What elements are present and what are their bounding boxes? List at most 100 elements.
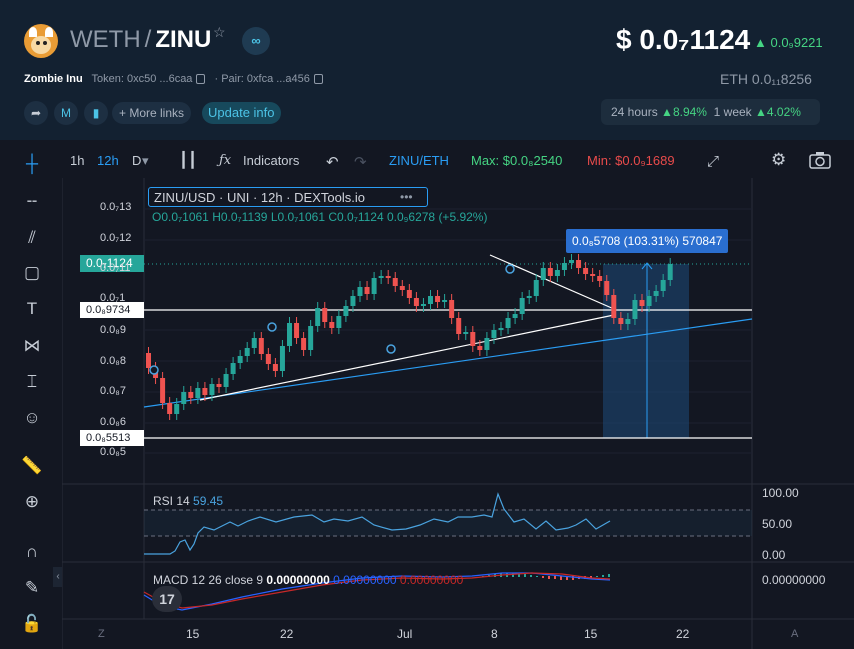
magnet-icon[interactable]: ∩ [20, 540, 44, 564]
pair-link[interactable]: ZINU/ETH [389, 153, 449, 168]
chart-stats-icon[interactable]: ▮ [84, 101, 108, 125]
macd-histogram-bar [542, 576, 544, 578]
redo-icon[interactable]: ↷ [354, 153, 367, 171]
token-header: WETH / ZINU ☆ ∞ $ 0.0₇1124 ▲ 0.0₉9221 Zomb… [0, 0, 854, 140]
candle-body [449, 300, 455, 318]
drawing-tools: ┼ ╌ ⫽ ▢ T ⋈ ⌶ ☺ 📏 ⊕ ∩ ✎ 🔓 ‹ [0, 146, 63, 649]
candle-body [181, 392, 187, 404]
max-price: Max: $0.0₈2540 [471, 153, 563, 168]
time-axis-tick: 22 [676, 627, 690, 641]
candle-body [569, 260, 574, 263]
timeframe-12h[interactable]: 12h [97, 153, 119, 168]
update-info-button[interactable]: Update info [202, 102, 281, 124]
current-price: $ 0.0₇1124 [616, 24, 751, 55]
projection-icon[interactable]: ⌶ [20, 370, 44, 394]
pair-address: · Pair: 0xfca ...a456 [214, 73, 310, 85]
lock-drawing-icon[interactable]: ✎ [20, 576, 44, 600]
function-icon[interactable]: ƒx [219, 153, 231, 168]
token-address: Token: 0xc50 ...6caa [91, 73, 193, 85]
period-performance: 24 hours ▲8.94% 1 week ▲4.02% [601, 99, 820, 125]
candle-type-icon[interactable]: ┃┃ [179, 151, 197, 169]
timeframe-d[interactable]: D [132, 153, 141, 168]
timeframe-dropdown-icon[interactable]: ▾ [142, 153, 149, 169]
candle-body [491, 330, 497, 338]
candle-body [209, 384, 215, 395]
candle-body [470, 332, 476, 346]
auto-scale-button[interactable]: A [791, 628, 798, 640]
zoom-icon[interactable]: ⊕ [20, 490, 44, 514]
fullscreen-icon[interactable]: ⤢ [707, 153, 719, 170]
measure-label: 0.0₈5708 (103.31%) 570847 [566, 229, 729, 253]
chart-legend-title: ZINU/USD · UNI · 12h · DEXTools.io [148, 187, 428, 207]
pattern-icon[interactable]: ⋈ [20, 334, 44, 358]
indicators-button[interactable]: Indicators [243, 153, 299, 168]
price-axis-tick: 0.0₇11 [100, 262, 131, 274]
undo-icon[interactable]: ↶ [326, 153, 339, 171]
token-info: Zombie Inu Token: 0xc50 ...6caa · Pair: … [24, 73, 323, 85]
time-axis-tick: 15 [584, 627, 598, 641]
share-icon[interactable]: ➦ [24, 101, 48, 125]
ruler-icon[interactable]: 📏 [20, 454, 44, 478]
candle-body [279, 346, 285, 371]
candle-body [301, 338, 307, 350]
candle-body [146, 353, 151, 368]
candle-body [660, 280, 666, 291]
candle-body [477, 346, 483, 350]
candle-body [364, 287, 370, 294]
macd-histogram-bar [608, 574, 610, 577]
candle-body [526, 296, 532, 298]
favorite-star-icon[interactable]: ☆ [213, 24, 226, 41]
rectangle-icon[interactable]: ▢ [20, 261, 44, 285]
time-axis-tick: Jul [397, 627, 413, 641]
candle-body [561, 263, 567, 270]
price-axis-tick: 0.0₈7 [100, 385, 126, 397]
emoji-icon[interactable]: ☺ [20, 406, 44, 430]
candle-body [272, 364, 278, 371]
candle-body [512, 314, 518, 318]
candle-body [287, 323, 292, 346]
chart-toolbar: 1h 12h D ▾ ┃┃ ƒx Indicators ↶ ↷ ZINU/ETH… [62, 146, 854, 178]
candle-body [653, 291, 659, 296]
more-links-button[interactable]: + More links [112, 102, 192, 124]
settings-gear-icon[interactable]: ⚙ [771, 150, 786, 170]
ohlc-values: O0.0₇1061 H0.0₇1139 L0.0₇1061 C0.0₇1124 … [152, 210, 488, 224]
eth-price: ETH 0.0₁₁8256 [720, 71, 812, 87]
macd-histogram-bar [530, 575, 532, 577]
timezone-button[interactable]: Z [98, 628, 105, 640]
candle-body [244, 348, 250, 356]
candle-body [230, 363, 236, 374]
candle-body [371, 278, 377, 294]
camera-icon[interactable] [809, 151, 831, 172]
timeframe-1h[interactable]: 1h [70, 153, 84, 168]
macd-label: MACD 12 26 close 9 0.00000000 0.00000000… [153, 573, 464, 587]
pair-title: WETH / ZINU [70, 26, 212, 53]
measure-box [603, 264, 689, 438]
level-tag-bottom: 0.0₈5513 [80, 430, 144, 446]
candle-body [420, 304, 426, 306]
candle-body [216, 384, 222, 387]
candle-body [540, 268, 546, 280]
macd-histogram-bar [560, 576, 562, 580]
macd-histogram-bar [596, 576, 598, 577]
coinmarketcap-icon[interactable]: M [54, 101, 78, 125]
trendline-icon[interactable]: ╌ [20, 190, 44, 214]
candle-body [406, 290, 412, 298]
copy-icon[interactable] [196, 74, 206, 85]
crosshair-icon[interactable]: ┼ [20, 152, 44, 176]
candle-body [202, 388, 208, 395]
lock-icon[interactable]: 🔓 [20, 612, 44, 636]
candle-body [456, 318, 462, 334]
legend-more-icon[interactable]: ••• [400, 190, 413, 204]
base-token: WETH [70, 26, 141, 53]
candle-body [329, 322, 335, 328]
binoculars-icon[interactable]: ∞ [242, 27, 270, 55]
candle-body [533, 280, 539, 296]
min-price: Min: $0.0₉1689 [587, 153, 675, 168]
price-change: ▲ 0.0₉9221 [754, 35, 823, 50]
pitchfork-icon[interactable]: ⫽ [20, 226, 44, 250]
copy-icon[interactable] [313, 74, 323, 85]
text-icon[interactable]: T [20, 297, 44, 321]
macd-histogram-bar [524, 574, 526, 577]
quote-token: ZINU [155, 26, 212, 53]
price-axis-tick: 0.0₈9 [100, 324, 126, 336]
